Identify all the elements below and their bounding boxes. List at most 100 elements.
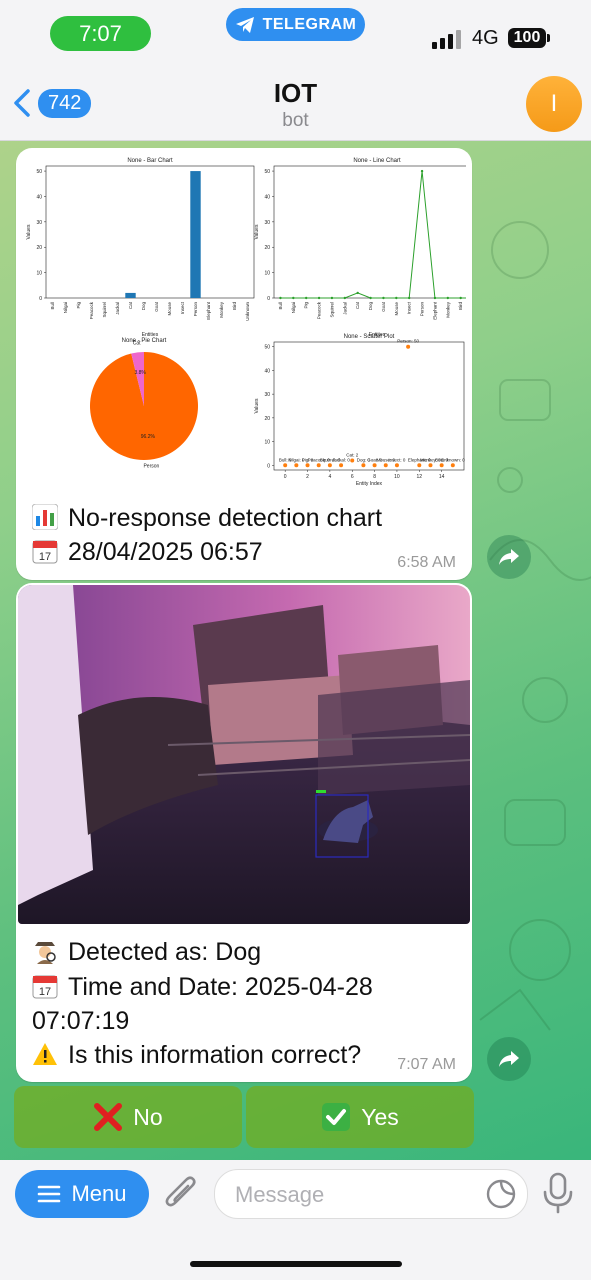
- message-input[interactable]: [233, 1180, 477, 1210]
- x-tick-label: 14: [439, 474, 445, 480]
- share-button-1[interactable]: [487, 535, 531, 579]
- detection-message[interactable]: Detected as: Dog 17 Time and Date: 2025-0…: [16, 583, 472, 1082]
- pie-slice-label: Cat: [133, 340, 141, 346]
- scatter-point: [327, 463, 332, 468]
- y-tick-label: 30: [264, 392, 270, 398]
- signal-icon: [432, 30, 461, 49]
- x-tick-label: 10: [394, 474, 400, 480]
- x-tick-label: Goat: [381, 301, 386, 312]
- y-tick-label: 0: [267, 463, 270, 469]
- chart-message[interactable]: None - Bar Chart 0 10 20 30 40 50 Values Entitie…: [16, 148, 472, 580]
- x-tick-label: Squirrel: [102, 302, 107, 318]
- forward-arrow-icon: [499, 1051, 519, 1067]
- menu-button-label: Menu: [71, 1181, 127, 1206]
- y-tick-label: 20: [264, 416, 270, 422]
- line-point: [343, 296, 347, 300]
- scatter-point: [439, 463, 444, 468]
- scatter-point: [283, 463, 288, 468]
- detection-text3: 07:07:19: [32, 1007, 130, 1035]
- chart-frame: [273, 341, 465, 471]
- x-tick-label: Cat: [128, 301, 133, 309]
- x-tick-label: Mouse: [167, 302, 172, 316]
- bar: [190, 171, 201, 298]
- detection-text1: Detected as: Dog: [68, 938, 262, 966]
- sticker-icon[interactable]: [485, 1178, 517, 1210]
- x-tick-label: Pig: [76, 302, 81, 309]
- chart-image[interactable]: None - Bar Chart01020304050ValuesEntitie…: [22, 154, 466, 494]
- detection-text4: Is this information correct?: [68, 1041, 362, 1069]
- pie-pct-label: 3.8%: [134, 370, 146, 376]
- back-button[interactable]: 742: [10, 88, 92, 118]
- x-tick-label: Nilgai: [63, 302, 68, 313]
- warning-icon: [33, 1043, 57, 1065]
- detection-photo[interactable]: [18, 585, 470, 924]
- x-tick-label: 6: [351, 474, 354, 480]
- chart-frame: [45, 165, 255, 299]
- bar: [125, 292, 136, 298]
- y-tick-label: 0: [267, 296, 270, 302]
- y-tick-label: 20: [264, 245, 270, 251]
- y-tick-label: 30: [36, 220, 42, 226]
- chart-title: None - Scatter Plot: [344, 334, 395, 340]
- network-type: 4G: [472, 27, 499, 49]
- x-tick-label: Peacock: [317, 301, 322, 319]
- x-tick-label: Monkey: [445, 301, 450, 318]
- line-series: [280, 171, 466, 299]
- x-tick-label: Person: [420, 302, 425, 317]
- no-button[interactable]: No: [14, 1086, 242, 1148]
- y-tick-label: 50: [264, 345, 270, 351]
- chat-header: IOT bot 742 I: [0, 68, 591, 141]
- line-point: [420, 169, 424, 173]
- telegram-pill[interactable]: TELEGRAM: [226, 8, 365, 41]
- telegram-pill-label: TELEGRAM: [262, 15, 357, 33]
- y-tick-label: 40: [264, 194, 270, 200]
- chart-caption-line1: No-response detection chart: [32, 504, 382, 533]
- x-tick-label: Mouse: [394, 302, 399, 316]
- share-button-2[interactable]: [487, 1037, 531, 1081]
- x-tick-label: Monkey: [219, 301, 224, 318]
- scatter-point: [361, 463, 366, 468]
- scatter-point: [450, 463, 455, 468]
- status-bar: 7:07 TELEGRAM 4G 100: [0, 0, 591, 68]
- microphone-icon[interactable]: [540, 1172, 576, 1214]
- home-indicator: [190, 1261, 402, 1267]
- line-point: [433, 296, 437, 300]
- yes-button[interactable]: Yes: [246, 1086, 474, 1148]
- x-axis-label: Entity Index: [356, 481, 383, 487]
- y-axis-label: Values: [254, 224, 260, 239]
- menu-button[interactable]: Menu: [15, 1170, 149, 1218]
- pie-pct-label: 96.2%: [141, 434, 156, 440]
- chart-frame: [273, 165, 466, 299]
- bot-avatar[interactable]: I: [526, 76, 582, 132]
- y-tick-label: 10: [264, 271, 270, 277]
- x-tick-label: Jackal: [342, 302, 347, 315]
- calendar-icon: 17: [32, 975, 58, 999]
- pie-slice-label: Person: [143, 464, 159, 470]
- scatter-point: [383, 463, 388, 468]
- detection-line4: Is this information correct?: [32, 1041, 361, 1070]
- detection-line2: 17 Time and Date: 2025-04-28: [32, 973, 373, 1002]
- scatter-point: [305, 463, 310, 468]
- y-tick-label: 10: [264, 440, 270, 446]
- y-tick-label: 20: [36, 245, 42, 251]
- x-tick-label: Bull: [50, 302, 55, 310]
- chart-title: None - Pie Chart: [122, 338, 167, 344]
- camera-image: [18, 585, 470, 924]
- paperclip-icon[interactable]: [162, 1174, 202, 1214]
- svg-text:17: 17: [39, 986, 51, 998]
- x-tick-label: Dog: [368, 302, 373, 311]
- hamburger-icon: [38, 1185, 61, 1203]
- x-tick-label: 0: [284, 474, 287, 480]
- line-point: [330, 296, 334, 300]
- x-tick-label: 8: [373, 474, 376, 480]
- check-mark-icon: [322, 1103, 351, 1131]
- y-tick-label: 40: [36, 194, 42, 200]
- calendar-icon: 17: [32, 540, 58, 564]
- y-tick-label: 40: [264, 368, 270, 374]
- x-tick-label: Elephant: [432, 301, 437, 320]
- scatter-point: [428, 463, 433, 468]
- paper-plane-icon: [235, 16, 254, 33]
- status-time[interactable]: 7:07: [50, 16, 151, 51]
- message-box[interactable]: [214, 1169, 528, 1219]
- line-point: [292, 296, 295, 300]
